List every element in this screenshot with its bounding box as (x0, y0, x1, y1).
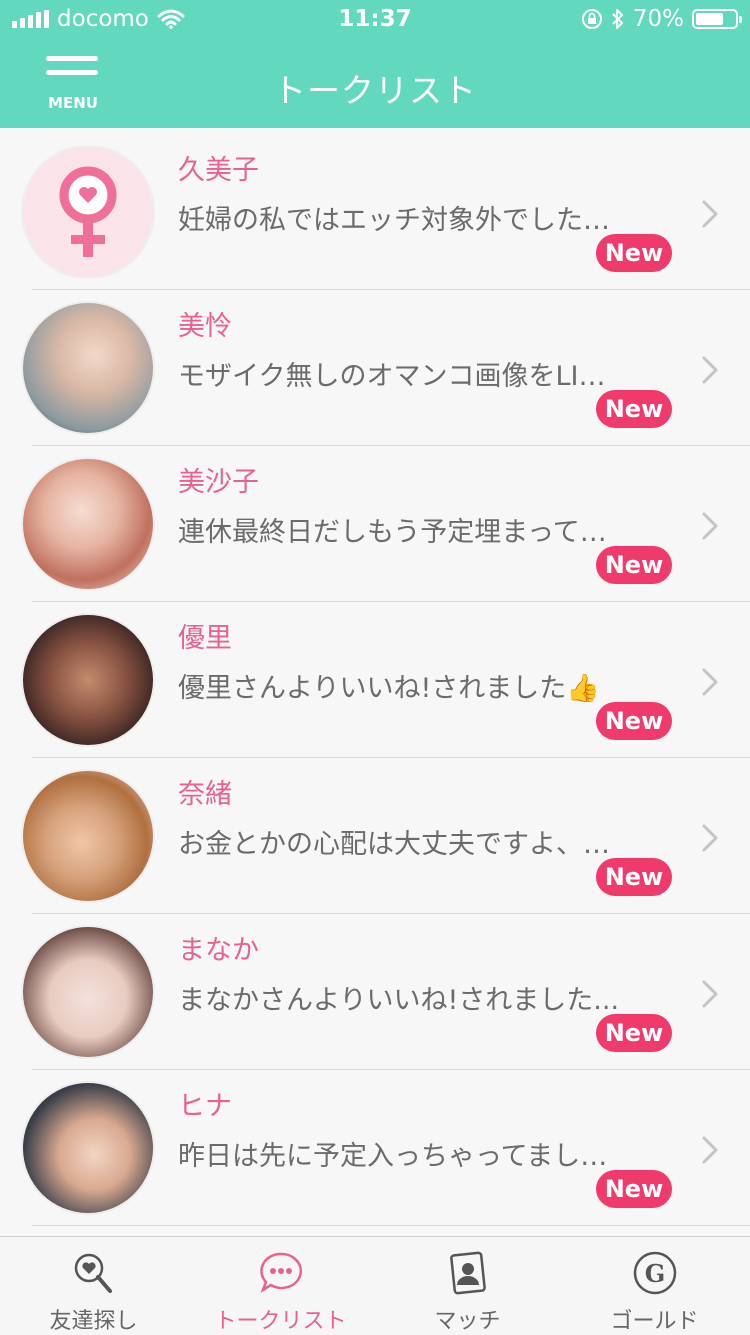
avatar (23, 927, 153, 1057)
chevron-right-icon (702, 1136, 718, 1164)
battery-icon (692, 9, 742, 29)
talk-name: ヒナ (178, 1091, 232, 1122)
talk-message-preview: 連休最終日だしもう予定埋まって… (178, 517, 607, 548)
talk-name: まなか (178, 935, 259, 966)
talk-list-item[interactable]: ヒナ昨日は先に予定入っちゃってまし… New (0, 1070, 750, 1226)
tab-bar: 友達探し トークリスト マッチ G ゴールド (0, 1236, 750, 1335)
chevron-right-icon (702, 980, 718, 1008)
talk-list-item[interactable]: 久美子妊婦の私ではエッチ対象外でした… New (0, 134, 750, 290)
chevron-right-icon (702, 668, 718, 696)
chevron-right-icon (702, 200, 718, 228)
chat-bubble-icon (259, 1252, 302, 1294)
talk-name: 奈緒 (178, 779, 232, 810)
chevron-right-icon (702, 824, 718, 852)
chevron-right-icon (702, 512, 718, 540)
hamburger-icon (46, 56, 98, 61)
talk-name: 美沙子 (178, 467, 259, 498)
new-badge: New (596, 1014, 672, 1052)
tab-label: マッチ (434, 1309, 501, 1334)
talk-list: 久美子 妊婦の私ではエッチ対象外でした… New 美怜 モザイク無しのオマンコ画像をLI… (0, 134, 750, 1226)
talk-name: 久美子 (178, 155, 259, 186)
new-badge: New (596, 546, 672, 584)
gold-coin-icon: G (633, 1251, 676, 1295)
page-title: トークリスト (273, 71, 477, 110)
talk-name: 美怜 (178, 311, 232, 342)
tab-label: トークリスト (214, 1309, 347, 1334)
battery-percent: 70% (632, 6, 684, 32)
tab-gold[interactable]: G ゴールド (561, 1237, 748, 1335)
avatar (23, 771, 153, 901)
profile-card-icon (449, 1251, 486, 1295)
talk-message-preview: お金とかの心配は大丈夫ですよ、… (178, 829, 610, 860)
avatar (23, 1083, 153, 1213)
avatar (23, 459, 153, 589)
talk-list-item[interactable]: 美沙子連休最終日だしもう予定埋まって… New (0, 446, 750, 602)
tab-label: ゴールド (610, 1309, 699, 1334)
svg-text:G: G (644, 1259, 665, 1288)
talk-message-preview: 妊婦の私ではエッチ対象外でした… (178, 205, 610, 236)
talk-list-item[interactable]: 美怜モザイク無しのオマンコ画像をLI… New (0, 290, 750, 446)
talk-list-item[interactable]: 優里優里さんよりいいね!されました👍 New (0, 602, 750, 758)
tab-find-friends[interactable]: 友達探し (0, 1237, 187, 1335)
new-badge: New (596, 702, 672, 740)
talk-message-preview: 昨日は先に予定入っちゃってまし… (178, 1141, 608, 1172)
talk-name: 優里 (178, 623, 232, 654)
avatar (23, 303, 153, 433)
talk-message-preview: まなかさんよりいいね!されました... (178, 985, 620, 1016)
chevron-right-icon (702, 356, 718, 384)
talk-message-preview: 優里さんよりいいね!されました👍 (178, 673, 600, 704)
status-right: 70% (581, 6, 742, 32)
bluetooth-icon (612, 9, 623, 29)
new-badge: New (596, 234, 672, 272)
new-badge: New (596, 1170, 672, 1208)
talk-message-preview: モザイク無しのオマンコ画像をLI… (178, 361, 606, 392)
tab-match[interactable]: マッチ (374, 1237, 561, 1335)
tab-talk-list[interactable]: トークリスト (187, 1237, 374, 1335)
new-badge: New (596, 858, 672, 896)
new-badge: New (596, 390, 672, 428)
tab-label: 友達探し (49, 1309, 138, 1334)
female-symbol-icon (23, 147, 153, 277)
top-bar: docomo 11:37 70% MENU トークリスト (0, 0, 750, 128)
divider (32, 1225, 750, 1226)
avatar (23, 615, 153, 745)
orientation-lock-icon (581, 9, 602, 29)
heart-search-icon (74, 1253, 112, 1293)
status-bar: docomo 11:37 70% (0, 0, 750, 40)
talk-list-item[interactable]: まなかまなかさんよりいいね!されました... New (0, 914, 750, 1070)
talk-list-item[interactable]: 奈緒お金とかの心配は大丈夫ですよ、… New (0, 758, 750, 914)
